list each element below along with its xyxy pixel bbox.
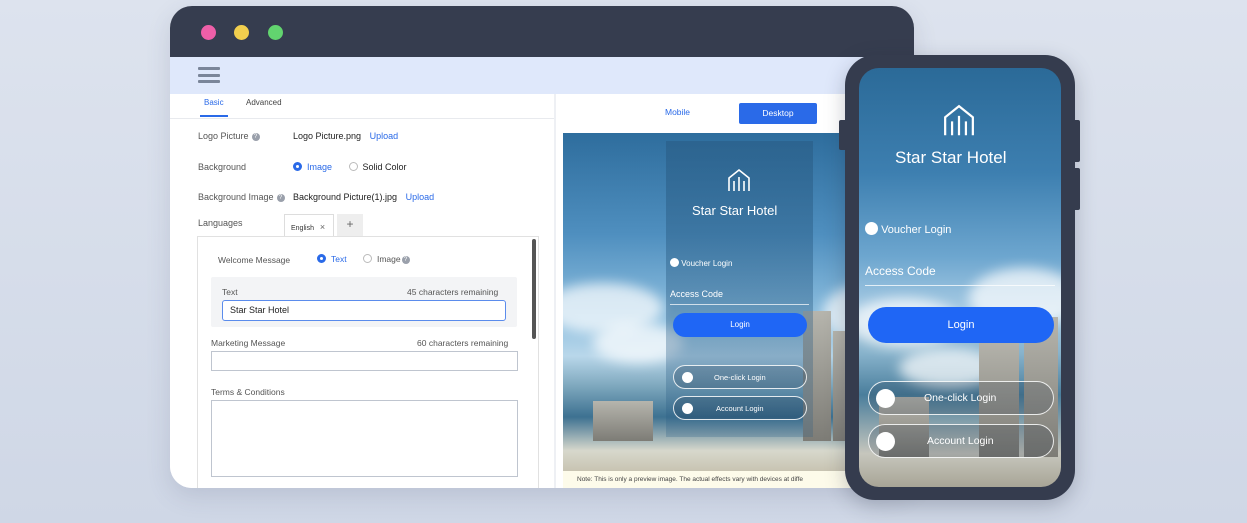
phone-voucher-login-label: Voucher Login [881, 224, 952, 236]
one-click-login-button[interactable]: One-click Login [673, 365, 807, 389]
voucher-login-tab[interactable]: Voucher Login [670, 258, 732, 268]
user-icon [876, 432, 895, 451]
phone-screen: Star Star Hotel Voucher Login Access Cod… [859, 68, 1061, 487]
background-option-solid: Solid Color [362, 162, 407, 172]
app-toolbar [170, 57, 914, 94]
help-icon[interactable]: ? [251, 133, 260, 141]
background-image-value: Background Picture(1).jpg Upload [293, 192, 434, 202]
text-remaining-count: 45 characters remaining [407, 287, 498, 297]
marketing-remaining-number: 60 [417, 338, 427, 348]
tabs-divider [170, 118, 554, 119]
logo-picture-label-text: Logo Picture [198, 131, 249, 141]
user-icon [682, 403, 693, 414]
browser-window: Basic Advanced Logo Picture? Logo Pictur… [170, 6, 914, 488]
marketing-message-label: Marketing Message [211, 338, 286, 348]
hotel-logo-icon [728, 168, 750, 191]
text-remaining-suffix: characters remaining [418, 287, 499, 297]
background-label: Background [198, 162, 247, 172]
voucher-login-label: Voucher Login [681, 259, 733, 268]
marketing-remaining-suffix: characters remaining [428, 338, 509, 348]
languages-label: Languages [198, 218, 243, 228]
login-button[interactable]: Login [673, 313, 807, 337]
one-click-login-label: One-click Login [714, 373, 766, 382]
logo-picture-label: Logo Picture? [198, 131, 260, 141]
language-tab-english[interactable]: English × [284, 214, 334, 236]
background-option-image: Image [307, 162, 333, 172]
building [593, 401, 653, 441]
login-card: Star Star Hotel Voucher Login Access Cod… [666, 141, 813, 437]
panel-scrollbar[interactable] [532, 239, 536, 339]
background-file-name: Background Picture(1).jpg [293, 192, 398, 202]
background-upload-link[interactable]: Upload [406, 192, 435, 202]
wifi-icon [682, 372, 693, 383]
voucher-icon [865, 222, 878, 235]
phone-access-code-input[interactable]: Access Code [865, 264, 936, 278]
logo-upload-link[interactable]: Upload [370, 131, 399, 141]
minimize-window-dot[interactable] [234, 25, 249, 40]
radio-unselected-icon [348, 162, 358, 171]
background-image-radio[interactable]: Image [293, 162, 332, 172]
terms-label: Terms & Conditions [211, 387, 285, 397]
marketing-message-input[interactable] [211, 351, 518, 371]
phone-access-code-underline [865, 285, 1055, 286]
language-tab-label: English [291, 225, 314, 232]
tab-basic[interactable]: Basic [200, 98, 228, 117]
background-options: Image Solid Color [293, 162, 407, 172]
account-login-button[interactable]: Account Login [673, 396, 807, 420]
desktop-mode-button[interactable]: Desktop [739, 103, 817, 124]
window-title-bar [170, 6, 914, 57]
phone-one-click-login-button[interactable]: One-click Login [868, 381, 1054, 415]
welcome-options: Text Image? [317, 254, 410, 264]
close-icon[interactable]: × [320, 222, 325, 232]
hotel-name: Star Star Hotel [692, 203, 778, 218]
welcome-option-text: Text [331, 254, 347, 264]
wifi-icon [876, 389, 895, 408]
hotel-logo-icon [944, 104, 974, 136]
radio-unselected-icon [362, 254, 372, 263]
phone-hotel-name: Star Star Hotel [895, 148, 1007, 167]
access-code-input[interactable]: Access Code [670, 289, 723, 299]
add-language-button[interactable]: + [337, 214, 363, 236]
text-field-label: Text [222, 287, 238, 297]
phone-one-click-login-label: One-click Login [924, 392, 997, 404]
welcome-option-image: Image [376, 254, 401, 264]
phone-preview-device: Star Star Hotel Voucher Login Access Cod… [839, 55, 1080, 500]
maximize-window-dot[interactable] [268, 25, 283, 40]
tab-advanced[interactable]: Advanced [246, 98, 282, 107]
mobile-mode-button[interactable]: Mobile [665, 107, 690, 117]
welcome-text-input[interactable]: Star Star Hotel [222, 300, 506, 321]
marketing-remaining-count: 60 characters remaining [417, 338, 508, 348]
phone-voucher-login-tab[interactable]: Voucher Login [865, 222, 951, 236]
phone-side-button [839, 120, 847, 150]
close-window-dot[interactable] [201, 25, 216, 40]
help-icon[interactable]: ? [276, 194, 285, 202]
logo-picture-value: Logo Picture.png Upload [293, 131, 398, 141]
logo-file-name: Logo Picture.png [293, 131, 362, 141]
terms-textarea[interactable] [211, 400, 518, 477]
welcome-text-radio[interactable]: Text [317, 254, 347, 264]
voucher-icon [670, 258, 679, 267]
access-code-underline [670, 304, 809, 305]
phone-side-button [1072, 168, 1080, 210]
welcome-image-radio[interactable]: Image? [362, 254, 410, 264]
background-image-label: Background Image? [198, 192, 285, 202]
background-solid-radio[interactable]: Solid Color [348, 162, 407, 172]
config-pane: Basic Advanced Logo Picture? Logo Pictur… [170, 94, 554, 488]
phone-account-login-button[interactable]: Account Login [868, 424, 1054, 458]
background-image-label-text: Background Image [198, 192, 274, 202]
text-remaining-number: 45 [407, 287, 417, 297]
phone-account-login-label: Account Login [927, 435, 994, 447]
help-icon[interactable]: ? [401, 256, 410, 264]
radio-selected-icon [317, 254, 326, 263]
radio-selected-icon [293, 162, 302, 171]
phone-login-button[interactable]: Login [868, 307, 1054, 343]
hamburger-menu-icon[interactable] [198, 67, 220, 83]
account-login-label: Account Login [716, 404, 764, 413]
phone-side-button [1072, 120, 1080, 162]
welcome-message-label: Welcome Message [218, 255, 291, 265]
